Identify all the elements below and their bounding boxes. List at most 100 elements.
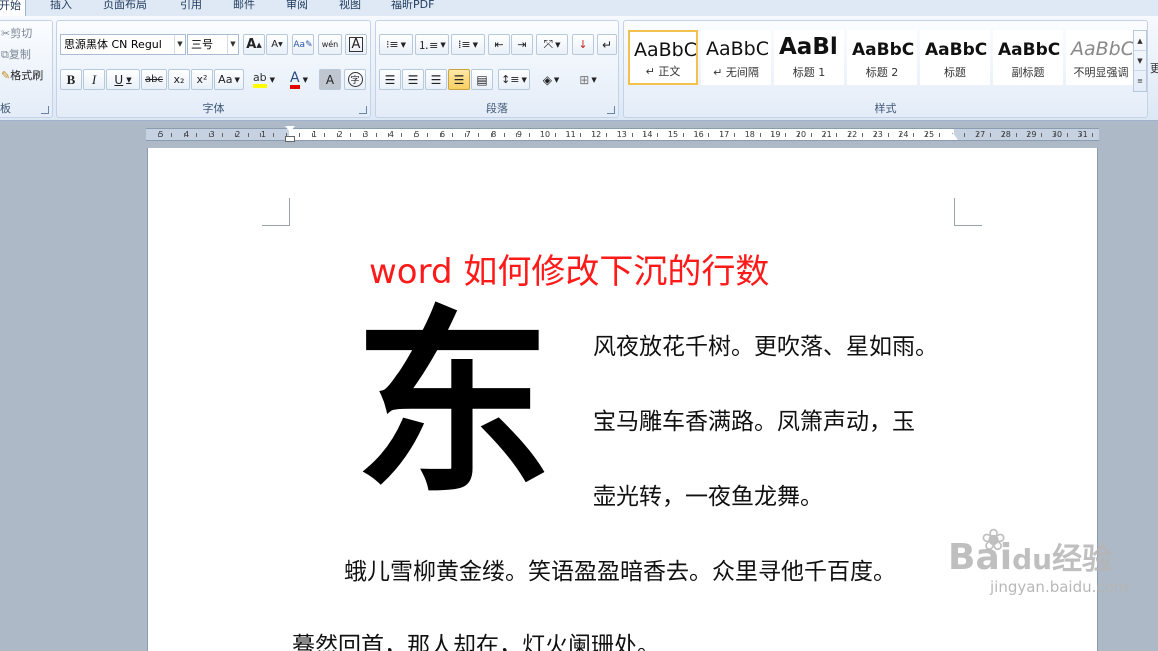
highlight-button[interactable]: ab ▼ [247,69,281,90]
shading-button[interactable]: ◈ ▼ [534,69,568,90]
scroll-up-icon[interactable]: ▲ [1134,31,1146,51]
format-painter-button[interactable]: ✎格式刷 [1,67,43,85]
style-name: 标题 2 [865,66,899,79]
ruler-number: 8 [491,130,497,139]
tab-page-layout[interactable]: 页面布局 [103,0,147,16]
chevron-down-icon: ▼ [472,40,479,49]
font-color-button[interactable]: A ▼ [283,69,315,90]
more-styles-icon[interactable]: ≡ [1134,71,1146,91]
style-name: 标题 1 [792,66,826,79]
ruler-tick [529,133,531,137]
text-line[interactable]: 风夜放花千树。更吹落、星如雨。 [593,327,938,361]
ruler-tick [849,133,851,137]
decrease-indent-button[interactable]: ⇤ [488,34,510,55]
ruler-number: 2 [337,130,343,139]
grow-font-button[interactable]: A ▲ [243,34,265,55]
tab-insert[interactable]: 插入 [50,0,72,16]
line-spacing-button[interactable]: ↕≡ ▼ [498,69,530,90]
change-case-button[interactable]: Aa ▼ [214,69,244,90]
ruler-number: 1 [260,130,266,139]
copy-button[interactable]: ⧉复制 [1,46,31,64]
ruler-tick [388,133,390,137]
character-shading-button[interactable]: A [319,69,341,90]
underline-button[interactable]: U ▼ [106,69,140,90]
font-size-combo[interactable]: 三号 ▼ [187,34,239,55]
document-title[interactable]: word 如何修改下沉的行数 [369,244,769,293]
ruler-tick [401,133,403,137]
chevron-down-icon: ▼ [174,35,185,54]
text-line[interactable]: 蓦然回首，那人却在，灯火阑珊处。 [292,626,660,651]
increase-indent-button[interactable]: ⇥ [511,34,533,55]
font-group: 思源黑体 CN Regul ▼ 三号 ▼ A ▲ A ▼ Aa✎ wén A B I… [56,20,371,118]
left-indent-icon [285,136,295,142]
style-subtle-emphasis[interactable]: AaBbC 不明显强调 [1066,30,1136,85]
shrink-font-label: A [271,39,279,50]
tab-mailings[interactable]: 邮件 [233,0,255,16]
text-line[interactable]: 宝马雕车香满路。凤箫声动，玉 [593,402,915,436]
style-name: 标题 [944,66,966,79]
style-subtitle[interactable]: AaBbC 副标题 [993,30,1063,85]
numbering-button[interactable]: ⒈≡ ▼ [415,34,449,55]
strikethrough-button[interactable]: abc [141,69,167,90]
scroll-down-icon[interactable]: ▼ [1134,51,1146,71]
distributed-button[interactable]: ▤ [471,69,493,90]
baidu-paw-icon: ❀ [981,523,1007,558]
ruler-tick [977,133,979,137]
subscript-button[interactable]: x₂ [168,69,190,90]
style-sample: AaBbC [634,39,698,61]
text-line[interactable]: 蛾儿雪柳黄金缕。笑语盈盈暗香去。众里寻他千百度。 [344,552,896,586]
ruler-tick [516,133,518,137]
ruler-tick [964,133,966,137]
align-center-button[interactable]: ☰ [402,69,424,90]
tab-review[interactable]: 审阅 [286,0,308,16]
sort-button[interactable]: ↓ [572,34,594,55]
font-name-combo[interactable]: 思源黑体 CN Regul ▼ [60,34,186,55]
align-right-button[interactable]: ☰ [425,69,447,90]
bullets-button[interactable]: ⁝≡ ▼ [379,34,413,55]
style-title[interactable]: AaBbC 标题 [920,30,990,85]
style-no-spacing[interactable]: AaBbC ↵ 无间隔 [701,30,771,85]
text-line[interactable]: 壶光转，一夜鱼龙舞。 [593,477,823,511]
bold-button[interactable]: B [60,69,82,90]
shrink-font-button[interactable]: A ▼ [266,34,288,55]
style-normal[interactable]: AaBbC ↵ 正文 [628,30,698,85]
styles-gallery-scroll[interactable]: ▲ ▼ ≡ [1133,30,1147,92]
ruler-tick [874,133,876,137]
ruler-tick [670,133,671,137]
enclose-characters-button[interactable]: 字 [344,69,366,90]
border-icon: ⊞ [579,72,590,87]
tab-references[interactable]: 引用 [180,0,202,16]
superscript-button[interactable]: x² [191,69,213,90]
tab-foxit-pdf[interactable]: 福昕PDF [391,0,434,16]
character-border-button[interactable]: A [345,34,367,55]
clear-format-button[interactable]: Aa✎ [292,34,314,55]
chevron-down-icon: ▼ [126,75,132,84]
tab-view[interactable]: 视图 [339,0,361,16]
cut-button[interactable]: ✂剪切 [1,25,32,43]
borders-button[interactable]: ⊞ ▼ [571,69,605,90]
align-left-button[interactable]: ☰ [379,69,401,90]
multilevel-list-button[interactable]: ⁞≡ ▼ [451,34,485,55]
font-dialog-launcher[interactable] [359,106,367,114]
show-marks-button[interactable]: ↵ [597,34,617,55]
enclose-icon: 字 [347,72,363,87]
horizontal-ruler[interactable]: 5 4 3 2 1 1 2 3 4 5 6 7 8 9 10 11 12 13 14 15 16 17 18 19 20 21 22… [0,121,1158,148]
paragraph-dialog-launcher[interactable] [607,106,615,114]
chevron-down-icon: ▼ [555,40,561,49]
drop-cap[interactable]: 东 [354,306,552,504]
ruler-tick [554,133,556,137]
chinese-layout-button[interactable]: ⤧ ▼ [536,34,568,55]
ruler-tick [938,133,940,137]
italic-button[interactable]: I [83,69,105,90]
phonetic-guide-button[interactable]: wén [318,34,342,55]
clipboard-dialog-launcher[interactable] [41,106,49,114]
style-heading-2[interactable]: AaBbC 标题 2 [847,30,917,85]
change-styles-button[interactable]: 更 [1150,60,1158,76]
ruler-tick [209,133,211,137]
indent-marker[interactable] [285,126,295,147]
style-name: 不明显强调 [1073,66,1129,79]
justify-button[interactable]: ☰ [448,69,470,90]
tab-home[interactable]: 开始 [0,0,26,16]
right-indent-marker[interactable] [948,133,958,140]
style-heading-1[interactable]: AaBl 标题 1 [774,30,844,85]
